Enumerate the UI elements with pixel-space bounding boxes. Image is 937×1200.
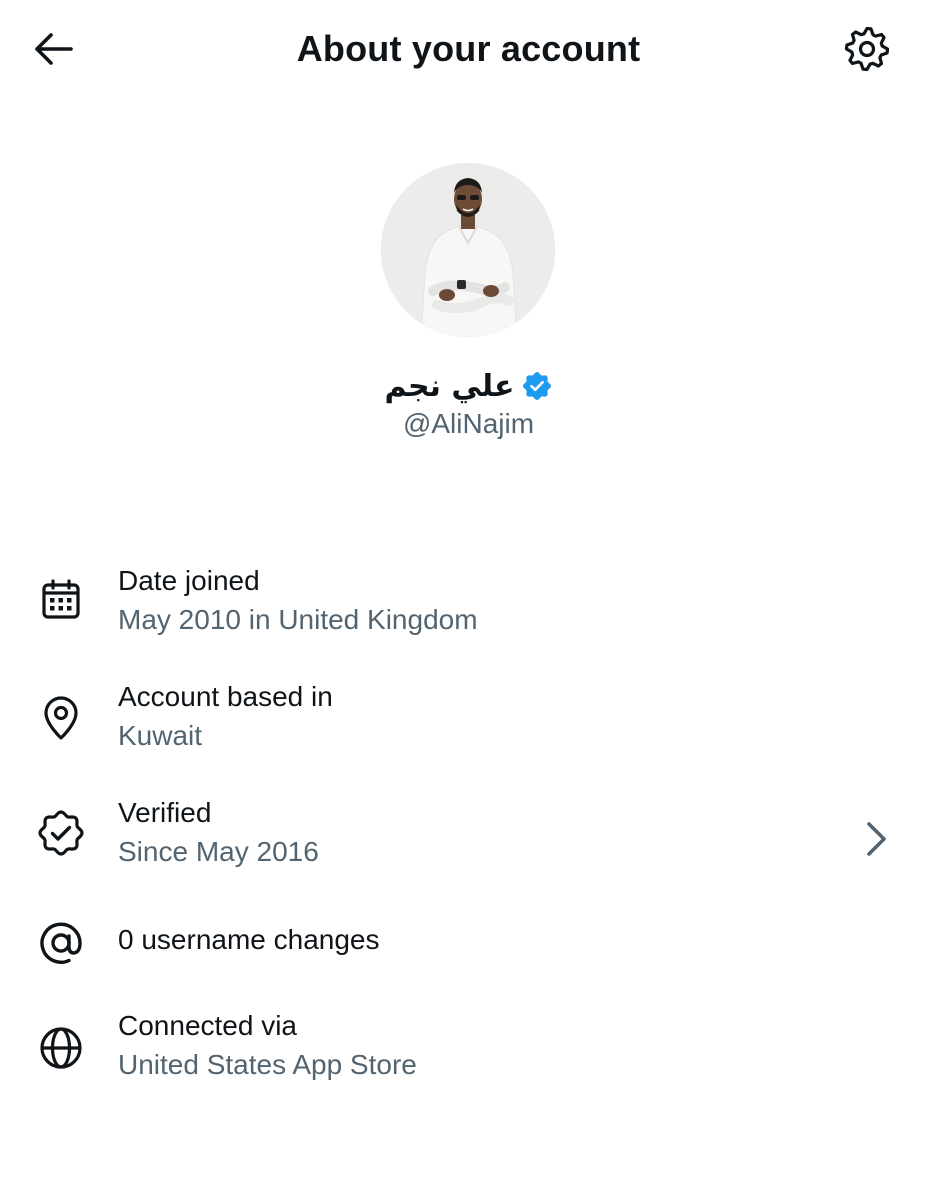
verified-badge-outline-icon — [36, 808, 86, 858]
settings-button[interactable] — [842, 24, 892, 74]
top-bar: About your account — [0, 0, 937, 100]
display-name: علي نجم — [384, 368, 515, 404]
verified-value: Since May 2016 — [118, 836, 319, 867]
location-pin-icon — [36, 693, 86, 743]
username-changes-label: 0 username changes — [118, 924, 380, 955]
info-row-connected-via: Connected via United States App Store — [0, 1007, 937, 1089]
globe-icon — [36, 1023, 86, 1073]
connected-via-value: United States App Store — [118, 1049, 417, 1080]
date-joined-value: May 2010 in United Kingdom — [118, 604, 478, 635]
connected-via-label: Connected via — [118, 1010, 298, 1041]
date-joined-label: Date joined — [118, 565, 260, 596]
info-row-account-based-in: Account based in Kuwait — [0, 678, 937, 760]
page-title: About your account — [296, 28, 641, 69]
display-name-row: علي نجم — [0, 362, 937, 410]
username-handle: @AliNajim — [402, 408, 535, 439]
info-row-date-joined: Date joined May 2010 in United Kingdom — [0, 562, 937, 644]
avatar — [381, 163, 555, 337]
account-based-in-value: Kuwait — [118, 720, 203, 751]
info-row-username-changes: 0 username changes — [0, 918, 937, 968]
verified-label: Verified — [118, 797, 212, 828]
verified-badge-icon — [523, 372, 552, 400]
calendar-icon — [36, 575, 86, 625]
at-sign-icon — [36, 918, 86, 968]
gear-icon — [844, 26, 890, 72]
info-row-verified[interactable]: Verified Since May 2016 — [0, 794, 937, 884]
chevron-right-icon — [867, 822, 886, 856]
profile-photo — [381, 163, 555, 337]
verified-chevron-button[interactable] — [855, 817, 899, 861]
account-based-in-label: Account based in — [118, 681, 333, 712]
